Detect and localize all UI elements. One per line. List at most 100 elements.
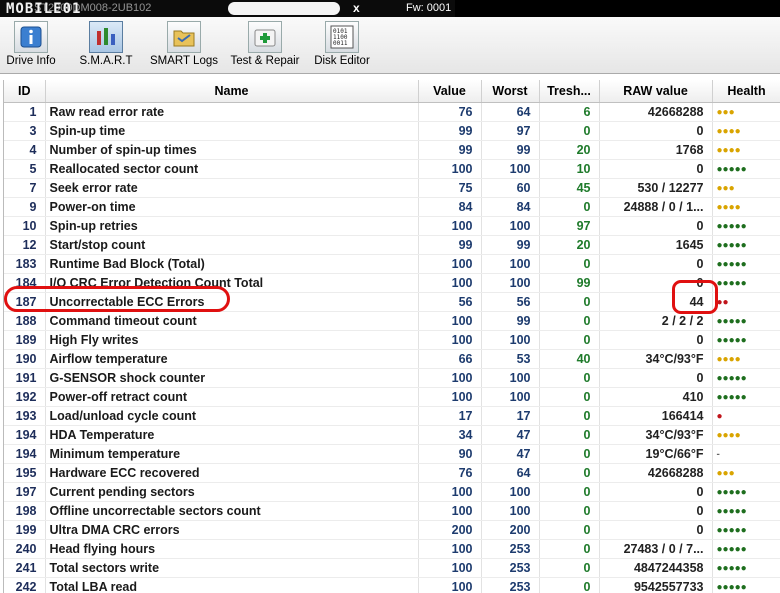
attribute-health-indicator: ●●●●● bbox=[712, 330, 780, 350]
table-row[interactable]: 194 Minimum temperature 90 47 0 19°C/66°F - bbox=[4, 444, 780, 464]
attribute-value: 99 bbox=[418, 140, 482, 160]
column-header-value[interactable]: Value bbox=[418, 80, 482, 103]
attribute-value: 100 bbox=[418, 501, 482, 521]
attribute-threshold: 0 bbox=[539, 482, 600, 502]
table-row[interactable]: 193 Load/unload cycle count 17 17 0 166414 ● bbox=[4, 406, 780, 426]
attribute-name: I/O CRC Error Detection Count Total bbox=[45, 273, 419, 293]
title-bar: MOBILE01 ST2000DM008-2UB102 x Fw: 0001 bbox=[0, 0, 780, 17]
attribute-threshold: 97 bbox=[539, 216, 600, 236]
table-row[interactable]: 187 Uncorrectable ECC Errors 56 56 0 44 ●● bbox=[4, 292, 780, 312]
table-row[interactable]: 198 Offline uncorrectable sectors count 10… bbox=[4, 501, 780, 521]
redacted-area bbox=[228, 2, 340, 15]
table-row[interactable]: 194 HDA Temperature 34 47 0 34°C/93°F ●●●● bbox=[4, 425, 780, 445]
drive-info-button[interactable]: Drive Info bbox=[4, 17, 58, 73]
disk-editor-button[interactable]: 0101 1100 0011 Disk Editor bbox=[312, 17, 372, 73]
table-row[interactable]: 183 Runtime Bad Block (Total) 100 100 0 0 ●●●●… bbox=[4, 254, 780, 274]
attribute-worst: 100 bbox=[481, 368, 540, 388]
attribute-health-indicator: ●●●●● bbox=[712, 482, 780, 502]
attribute-name: Command timeout count bbox=[45, 311, 419, 331]
column-header-health[interactable]: Health bbox=[712, 80, 780, 103]
attribute-worst: 99 bbox=[481, 140, 540, 160]
table-row[interactable]: 242 Total LBA read 100 253 0 9542557733 ●●●●● bbox=[4, 577, 780, 593]
table-row[interactable]: 192 Power-off retract count 100 100 0 410 ●●●●… bbox=[4, 387, 780, 407]
attribute-value: 75 bbox=[418, 178, 482, 198]
attribute-worst: 100 bbox=[481, 159, 540, 179]
attribute-worst: 53 bbox=[481, 349, 540, 369]
table-row[interactable]: 5 Reallocated sector count 100 100 10 0 ●●●●● bbox=[4, 159, 780, 179]
attribute-name: Uncorrectable ECC Errors bbox=[45, 292, 419, 312]
attribute-value: 76 bbox=[418, 463, 482, 483]
attribute-raw-value: 0 bbox=[599, 273, 713, 293]
smart-label: S.M.A.R.T bbox=[79, 55, 133, 67]
table-row[interactable]: 197 Current pending sectors 100 100 0 0 ●●●●● bbox=[4, 482, 780, 502]
table-row[interactable]: 184 I/O CRC Error Detection Count Total 10… bbox=[4, 273, 780, 293]
table-row[interactable]: 3 Spin-up time 99 97 0 0 ●●●● bbox=[4, 121, 780, 141]
attribute-id: 190 bbox=[4, 349, 46, 369]
attribute-raw-value: 4847244358 bbox=[599, 558, 713, 578]
table-row[interactable]: 190 Airflow temperature 66 53 40 34°C/93°F ●●●… bbox=[4, 349, 780, 369]
table-row[interactable]: 12 Start/stop count 99 99 20 1645 ●●●●● bbox=[4, 235, 780, 255]
table-row[interactable]: 199 Ultra DMA CRC errors 200 200 0 0 ●●●●● bbox=[4, 520, 780, 540]
column-header-name[interactable]: Name bbox=[45, 80, 419, 103]
first-aid-icon bbox=[248, 21, 282, 53]
smart-button[interactable]: S.M.A.R.T bbox=[74, 17, 138, 73]
folder-icon bbox=[167, 21, 201, 53]
attribute-worst: 47 bbox=[481, 444, 540, 464]
table-row[interactable]: 191 G-SENSOR shock counter 100 100 0 0 ●●●●● bbox=[4, 368, 780, 388]
attribute-value: 100 bbox=[418, 368, 482, 388]
attribute-value: 99 bbox=[418, 121, 482, 141]
attribute-health-indicator: ●●●●● bbox=[712, 387, 780, 407]
test-repair-label: Test & Repair bbox=[230, 55, 300, 67]
attribute-id: 188 bbox=[4, 311, 46, 331]
attribute-health-indicator: ●●●●● bbox=[712, 254, 780, 274]
column-header-raw-value[interactable]: RAW value bbox=[599, 80, 713, 103]
binary-editor-icon: 0101 1100 0011 bbox=[325, 21, 359, 53]
attribute-health-indicator: ●●●●● bbox=[712, 520, 780, 540]
attribute-name: Total LBA read bbox=[45, 577, 419, 593]
attribute-worst: 253 bbox=[481, 539, 540, 559]
table-row[interactable]: 188 Command timeout count 100 99 0 2 / 2 / 2 ●… bbox=[4, 311, 780, 331]
attribute-id: 191 bbox=[4, 368, 46, 388]
attribute-name: Number of spin-up times bbox=[45, 140, 419, 160]
test-repair-button[interactable]: Test & Repair bbox=[228, 17, 302, 73]
attribute-threshold: 0 bbox=[539, 501, 600, 521]
table-row[interactable]: 9 Power-on time 84 84 0 24888 / 0 / 1... ●●●● bbox=[4, 197, 780, 217]
attribute-threshold: 0 bbox=[539, 121, 600, 141]
attribute-id: 184 bbox=[4, 273, 46, 293]
column-header-threshold[interactable]: Tresh... bbox=[539, 80, 600, 103]
smart-table: ID Name Value Worst Tresh... RAW value H… bbox=[4, 80, 780, 593]
disk-editor-label: Disk Editor bbox=[314, 55, 370, 67]
attribute-worst: 99 bbox=[481, 235, 540, 255]
table-row[interactable]: 1 Raw read error rate 76 64 6 42668288 ●●● bbox=[4, 102, 780, 122]
close-icon[interactable]: x bbox=[353, 1, 360, 15]
attribute-health-indicator: ●●●●● bbox=[712, 539, 780, 559]
attribute-value: 100 bbox=[418, 254, 482, 274]
table-row[interactable]: 240 Head flying hours 100 253 0 27483 / 0 / 7… bbox=[4, 539, 780, 559]
attribute-health-indicator: ●●●●● bbox=[712, 273, 780, 293]
attribute-health-indicator: ●●●● bbox=[712, 349, 780, 369]
svg-text:0011: 0011 bbox=[333, 40, 348, 47]
attribute-health-indicator: ●●●● bbox=[712, 121, 780, 141]
attribute-threshold: 40 bbox=[539, 349, 600, 369]
table-row[interactable]: 241 Total sectors write 100 253 0 4847244358 ●… bbox=[4, 558, 780, 578]
attribute-raw-value: 19°C/66°F bbox=[599, 444, 713, 464]
table-row[interactable]: 10 Spin-up retries 100 100 97 0 ●●●●● bbox=[4, 216, 780, 236]
table-row[interactable]: 4 Number of spin-up times 99 99 20 1768 ●●●● bbox=[4, 140, 780, 160]
attribute-worst: 56 bbox=[481, 292, 540, 312]
attribute-value: 100 bbox=[418, 273, 482, 293]
smart-logs-button[interactable]: SMART Logs bbox=[150, 17, 218, 73]
attribute-raw-value: 0 bbox=[599, 159, 713, 179]
table-row[interactable]: 195 Hardware ECC recovered 76 64 0 42668288 ●●… bbox=[4, 463, 780, 483]
attribute-worst: 64 bbox=[481, 463, 540, 483]
column-header-worst[interactable]: Worst bbox=[481, 80, 540, 103]
column-header-id[interactable]: ID bbox=[4, 80, 46, 103]
smart-bars-icon bbox=[89, 21, 123, 53]
attribute-value: 100 bbox=[418, 159, 482, 179]
attribute-name: Airflow temperature bbox=[45, 349, 419, 369]
attribute-name: G-SENSOR shock counter bbox=[45, 368, 419, 388]
table-row[interactable]: 189 High Fly writes 100 100 0 0 ●●●●● bbox=[4, 330, 780, 350]
attribute-id: 194 bbox=[4, 425, 46, 445]
attribute-raw-value: 42668288 bbox=[599, 463, 713, 483]
attribute-raw-value: 42668288 bbox=[599, 102, 713, 122]
table-row[interactable]: 7 Seek error rate 75 60 45 530 / 12277 ●●● bbox=[4, 178, 780, 198]
